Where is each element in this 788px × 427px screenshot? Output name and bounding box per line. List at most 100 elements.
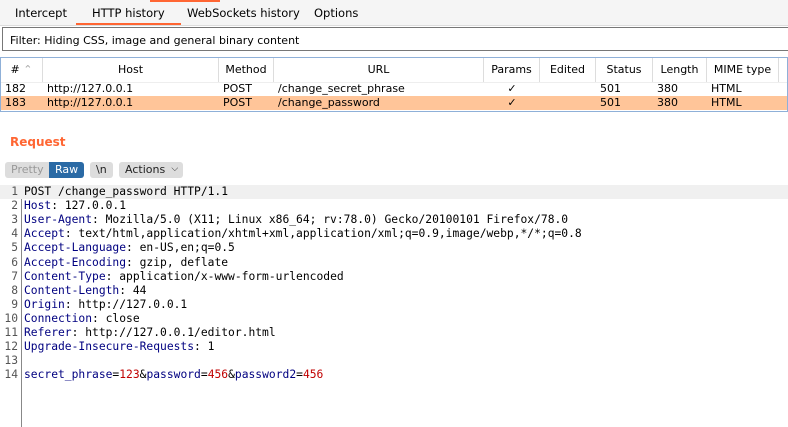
editor-line: 7 Content-Type: application/x-www-form-ur…: [0, 270, 788, 284]
line-content: Connection: close: [24, 312, 140, 326]
line-content: User-Agent: Mozilla/5.0 (X11; Linux x86_…: [24, 213, 568, 227]
header-name: Connection: [24, 311, 93, 325]
editor-line: 10 Connection: close: [0, 312, 788, 326]
cell-host: http://127.0.0.1: [47, 82, 134, 95]
editor-line: 2 Host: 127.0.0.1: [0, 199, 788, 213]
header-name: POST /change_password HTTP/1.1: [24, 185, 229, 198]
editor-line: 4 Accept: text/html,application/xhtml+xml…: [0, 227, 788, 241]
cell-mime: HTML: [711, 96, 742, 109]
column-header-mime[interactable]: MIME type: [707, 58, 779, 82]
column-header-status[interactable]: Status: [596, 58, 653, 82]
column-label: Params: [491, 63, 532, 76]
editor-line: 8 Content-Length: 44: [0, 284, 788, 298]
line-number: 9: [11, 297, 18, 311]
filter-bar[interactable]: Filter: Hiding CSS, image and general bi…: [2, 27, 788, 51]
line-content: Referer: http://127.0.0.1/editor.html: [24, 326, 276, 340]
line-content: Origin: http://127.0.0.1: [24, 298, 187, 312]
tab-http-history[interactable]: HTTP history: [76, 6, 181, 25]
table-row-selected[interactable]: 183 http://127.0.0.1 POST/change_password ✓…: [1, 96, 787, 110]
line-number: 1: [11, 185, 18, 198]
header-value: : 1: [194, 340, 215, 354]
header-value: : close: [92, 311, 140, 325]
header-value: : http://127.0.0.1: [64, 297, 188, 311]
line-content: Accept-Language: en-US,en;q=0.5: [24, 241, 235, 255]
line-content: Host: 127.0.0.1: [24, 199, 126, 213]
sort-ascending-icon: ⌃: [19, 63, 33, 76]
cell-num: 183: [5, 96, 26, 109]
cell-edited: [540, 96, 596, 110]
column-label: Method: [225, 63, 267, 76]
column-header-url[interactable]: URL: [274, 58, 484, 82]
line-content: Content-Type: application/x-www-form-url…: [24, 270, 344, 284]
param-value: 456: [302, 368, 324, 382]
header-value: : 44: [119, 283, 147, 297]
line-number: 8: [11, 283, 18, 297]
raw-button[interactable]: Raw: [49, 162, 85, 178]
line-content: Upgrade-Insecure-Requests: 1: [24, 340, 214, 354]
newline-toggle-button[interactable]: \n: [90, 162, 113, 178]
line-number: 7: [11, 269, 18, 283]
table-row[interactable]: 182 http://127.0.0.1 POST/change_secret_ph…: [1, 82, 787, 96]
column-header-num[interactable]: # ⌃: [1, 58, 43, 82]
column-header-length[interactable]: Length: [653, 58, 707, 82]
pretty-button[interactable]: Pretty: [5, 162, 50, 178]
header-value: : gzip, deflate: [126, 255, 229, 269]
body-content: secret_phrase=123&password=456&password2…: [24, 368, 323, 382]
column-header-edited[interactable]: Edited: [540, 58, 596, 82]
tab-options[interactable]: Options: [314, 6, 358, 20]
tab-websockets-history[interactable]: WebSockets history: [187, 6, 300, 20]
cell-status: 501: [600, 96, 621, 109]
param-value: 456: [207, 368, 229, 382]
column-label: MIME type: [713, 63, 772, 76]
param-name: secret_phrase: [24, 368, 113, 382]
line-content: Accept: text/html,application/xhtml+xml,…: [24, 227, 582, 241]
actions-button[interactable]: Actions ⌵: [119, 162, 184, 178]
header-value: : application/x-www-form-urlencoded: [105, 269, 344, 283]
column-header-method[interactable]: Method: [219, 58, 274, 82]
cell-mime: HTML: [711, 82, 742, 95]
header-name: Referer: [24, 326, 72, 339]
header-value: : http://127.0.0.1/editor.html: [71, 326, 276, 339]
column-label: Length: [660, 63, 699, 76]
history-table: # ⌃ Host Method URL Params Edited Status Length…: [0, 57, 788, 112]
column-label: URL: [367, 63, 390, 76]
header-name: Origin: [24, 297, 65, 311]
editor-line: 12 Upgrade-Insecure-Requests: 1: [0, 340, 788, 354]
line-number: 6: [11, 255, 18, 269]
line-number: 14: [4, 368, 18, 382]
column-header-params[interactable]: Params: [484, 58, 540, 82]
line-content: Content-Length: 44: [24, 284, 146, 298]
cell-url: /change_secret_phrase: [278, 82, 405, 95]
actions-label: Actions: [125, 163, 166, 176]
column-label: Host: [117, 63, 144, 76]
editor-line: 1 POST /change_password HTTP/1.1: [0, 185, 788, 199]
editor-line: 3 User-Agent: Mozilla/5.0 (X11; Linux x86…: [0, 213, 788, 227]
header-name: Accept-Language: [24, 241, 127, 255]
tab-intercept[interactable]: Intercept: [15, 6, 67, 20]
line-number: 12: [4, 340, 18, 354]
editor-line: 6 Accept-Encoding: gzip, deflate: [0, 256, 788, 270]
cell-params: ✓: [507, 96, 517, 109]
cell-length: 380: [657, 82, 678, 95]
header-value: : en-US,en;q=0.5: [126, 241, 235, 255]
tab-bar: Intercept HTTP history WebSockets histor…: [0, 0, 788, 26]
column-header-host[interactable]: Host: [43, 58, 219, 82]
request-editor[interactable]: 1 POST /change_password HTTP/1.1 2 Host: 12…: [0, 185, 788, 427]
line-number: 3: [11, 213, 18, 227]
param-name: password: [146, 368, 201, 382]
line-number: 10: [4, 311, 18, 325]
param-equals: =: [200, 368, 208, 382]
cell-num: 182: [5, 82, 26, 95]
editor-line: 11 Referer: http://127.0.0.1/editor.html: [0, 326, 788, 340]
line-content: POST /change_password HTTP/1.1: [24, 185, 228, 199]
param-separator: &: [228, 368, 235, 382]
cell-params: ✓: [507, 82, 517, 95]
cell-edited: [540, 82, 596, 96]
column-label: #: [10, 63, 20, 76]
request-title: Request: [10, 135, 66, 149]
line-number: 2: [11, 199, 18, 213]
line-number: 4: [11, 227, 18, 241]
param-equals: =: [296, 368, 303, 382]
param-value: 123: [119, 368, 140, 382]
editor-line-body: 14 secret_phrase=123&password=456&passwor…: [0, 368, 788, 382]
